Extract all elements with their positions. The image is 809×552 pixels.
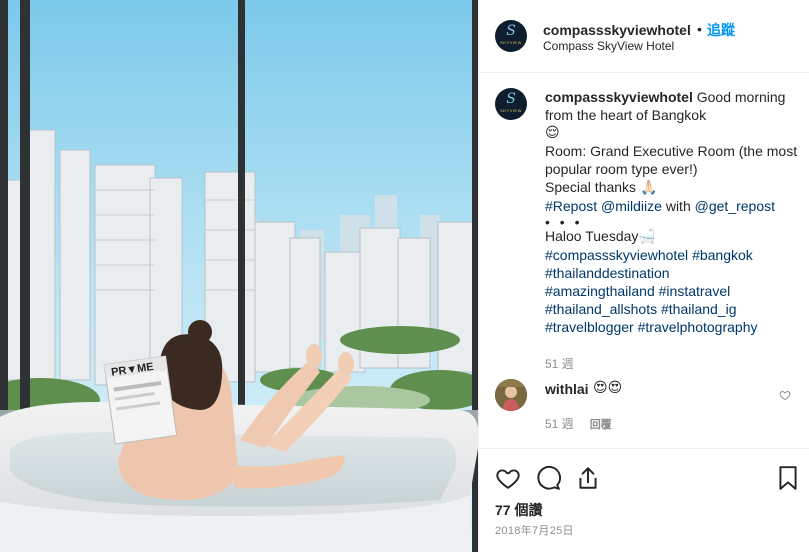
commenter-avatar[interactable] (495, 379, 527, 411)
caption-line-4: Haloo Tuesday (545, 228, 639, 244)
relieved-emoji: 😌 (545, 125, 560, 141)
profile-avatar[interactable]: S SKYVIEW (495, 20, 527, 52)
share-icon (579, 467, 597, 489)
logo-letter: S (506, 23, 516, 39)
caption-line-2: Room: Grand Executive Room (the most pop… (545, 143, 798, 177)
hashtag-link[interactable]: #bangkok (692, 247, 753, 263)
logo-letter: S (506, 91, 516, 107)
bathtub-city-view-photo: PR▼ME (0, 0, 478, 552)
hashtag-link[interactable]: #thailanddestination (545, 265, 670, 281)
comment-meta: 51 週 回覆 (545, 415, 612, 432)
comment-text: 😍😍 (593, 379, 623, 395)
heart-icon[interactable] (779, 389, 791, 401)
follow-button[interactable]: 追蹤 (707, 22, 735, 38)
logo-text: SKYVIEW (500, 40, 522, 45)
comment-timestamp: 51 週 (545, 417, 574, 431)
caption-line-3: Special thanks (545, 179, 640, 195)
hashtag-link[interactable]: #thailand_ig (661, 301, 737, 317)
caption-avatar[interactable]: S SKYVIEW (495, 88, 527, 120)
post-side-panel: S SKYVIEW compassskyviewhotel • 追蹤 Compa… (478, 0, 809, 552)
save-button[interactable] (775, 465, 801, 491)
post-header: S SKYVIEW compassskyviewhotel • 追蹤 Compa… (479, 0, 809, 73)
logo-text: SKYVIEW (500, 108, 522, 113)
mention-get-repost[interactable]: @get_repost (695, 198, 775, 214)
mention-mildiize[interactable]: @mildiize (601, 198, 662, 214)
commenter-username-link[interactable]: withlai (545, 381, 589, 397)
likes-count[interactable]: 77 個讚 (495, 500, 542, 520)
like-button[interactable] (495, 465, 521, 491)
bathtub-emoji: 🛁 (638, 229, 656, 245)
caption-timestamp: 51 週 (545, 357, 574, 371)
post-actions: 77 個讚 2018年7月25日 (479, 448, 809, 552)
profile-username-link[interactable]: compassskyviewhotel (543, 22, 691, 38)
caption-text: compassskyviewhotel Good morning from th… (545, 88, 800, 336)
pray-emoji: 🙏🏻 (639, 180, 658, 196)
speech-bubble-icon (537, 465, 561, 490)
heart-icon (496, 469, 520, 489)
separator-dot: • (697, 21, 702, 37)
hashtag-repost[interactable]: #Repost (545, 198, 597, 214)
comment-row: withlai 😍😍 (495, 379, 795, 411)
hashtag-link[interactable]: #travelphotography (638, 319, 758, 335)
hashtag-link[interactable]: #instatravel (659, 283, 731, 299)
caption-dots: • • • (545, 214, 583, 230)
hashtag-link[interactable]: #compassskyviewhotel (545, 247, 688, 263)
location-link[interactable]: Compass SkyView Hotel (543, 39, 674, 53)
post-photo[interactable]: PR▼ME (0, 0, 478, 552)
caption-username-link[interactable]: compassskyviewhotel (545, 89, 693, 105)
hashtag-link[interactable]: #amazingthailand (545, 283, 655, 299)
hashtag-link[interactable]: #travelblogger (545, 319, 634, 335)
hashtag-link[interactable]: #thailand_allshots (545, 301, 657, 317)
post-date: 2018年7月25日 (495, 525, 574, 537)
bookmark-icon (779, 466, 797, 490)
caption-with: with (661, 198, 695, 214)
comment-button[interactable] (535, 465, 561, 491)
reply-button[interactable]: 回覆 (590, 419, 612, 431)
share-button[interactable] (575, 465, 601, 491)
